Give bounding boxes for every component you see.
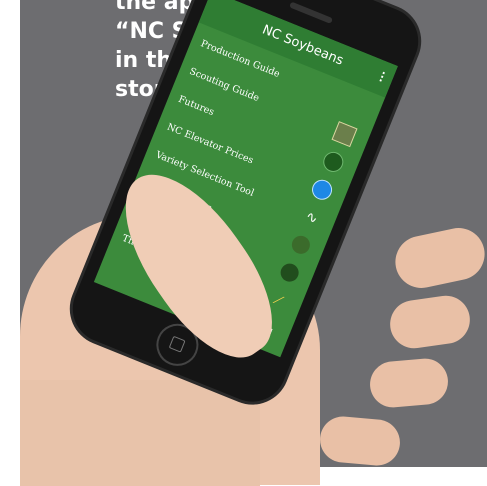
plant-icon [289, 233, 313, 257]
camera-icon [308, 0, 320, 1]
globe-icon [309, 176, 336, 203]
home-square-icon [168, 335, 186, 353]
hand-finger [318, 414, 402, 468]
photo-icon [331, 121, 358, 148]
menu-item-label: Futures [176, 93, 216, 119]
ball-icon [320, 148, 347, 175]
hand-wrist [20, 380, 260, 486]
overflow-menu-icon[interactable]: · · · [376, 65, 389, 88]
speaker-icon [289, 1, 334, 24]
leaf-icon [277, 260, 302, 285]
line-chart-icon: ∿ [303, 207, 321, 227]
